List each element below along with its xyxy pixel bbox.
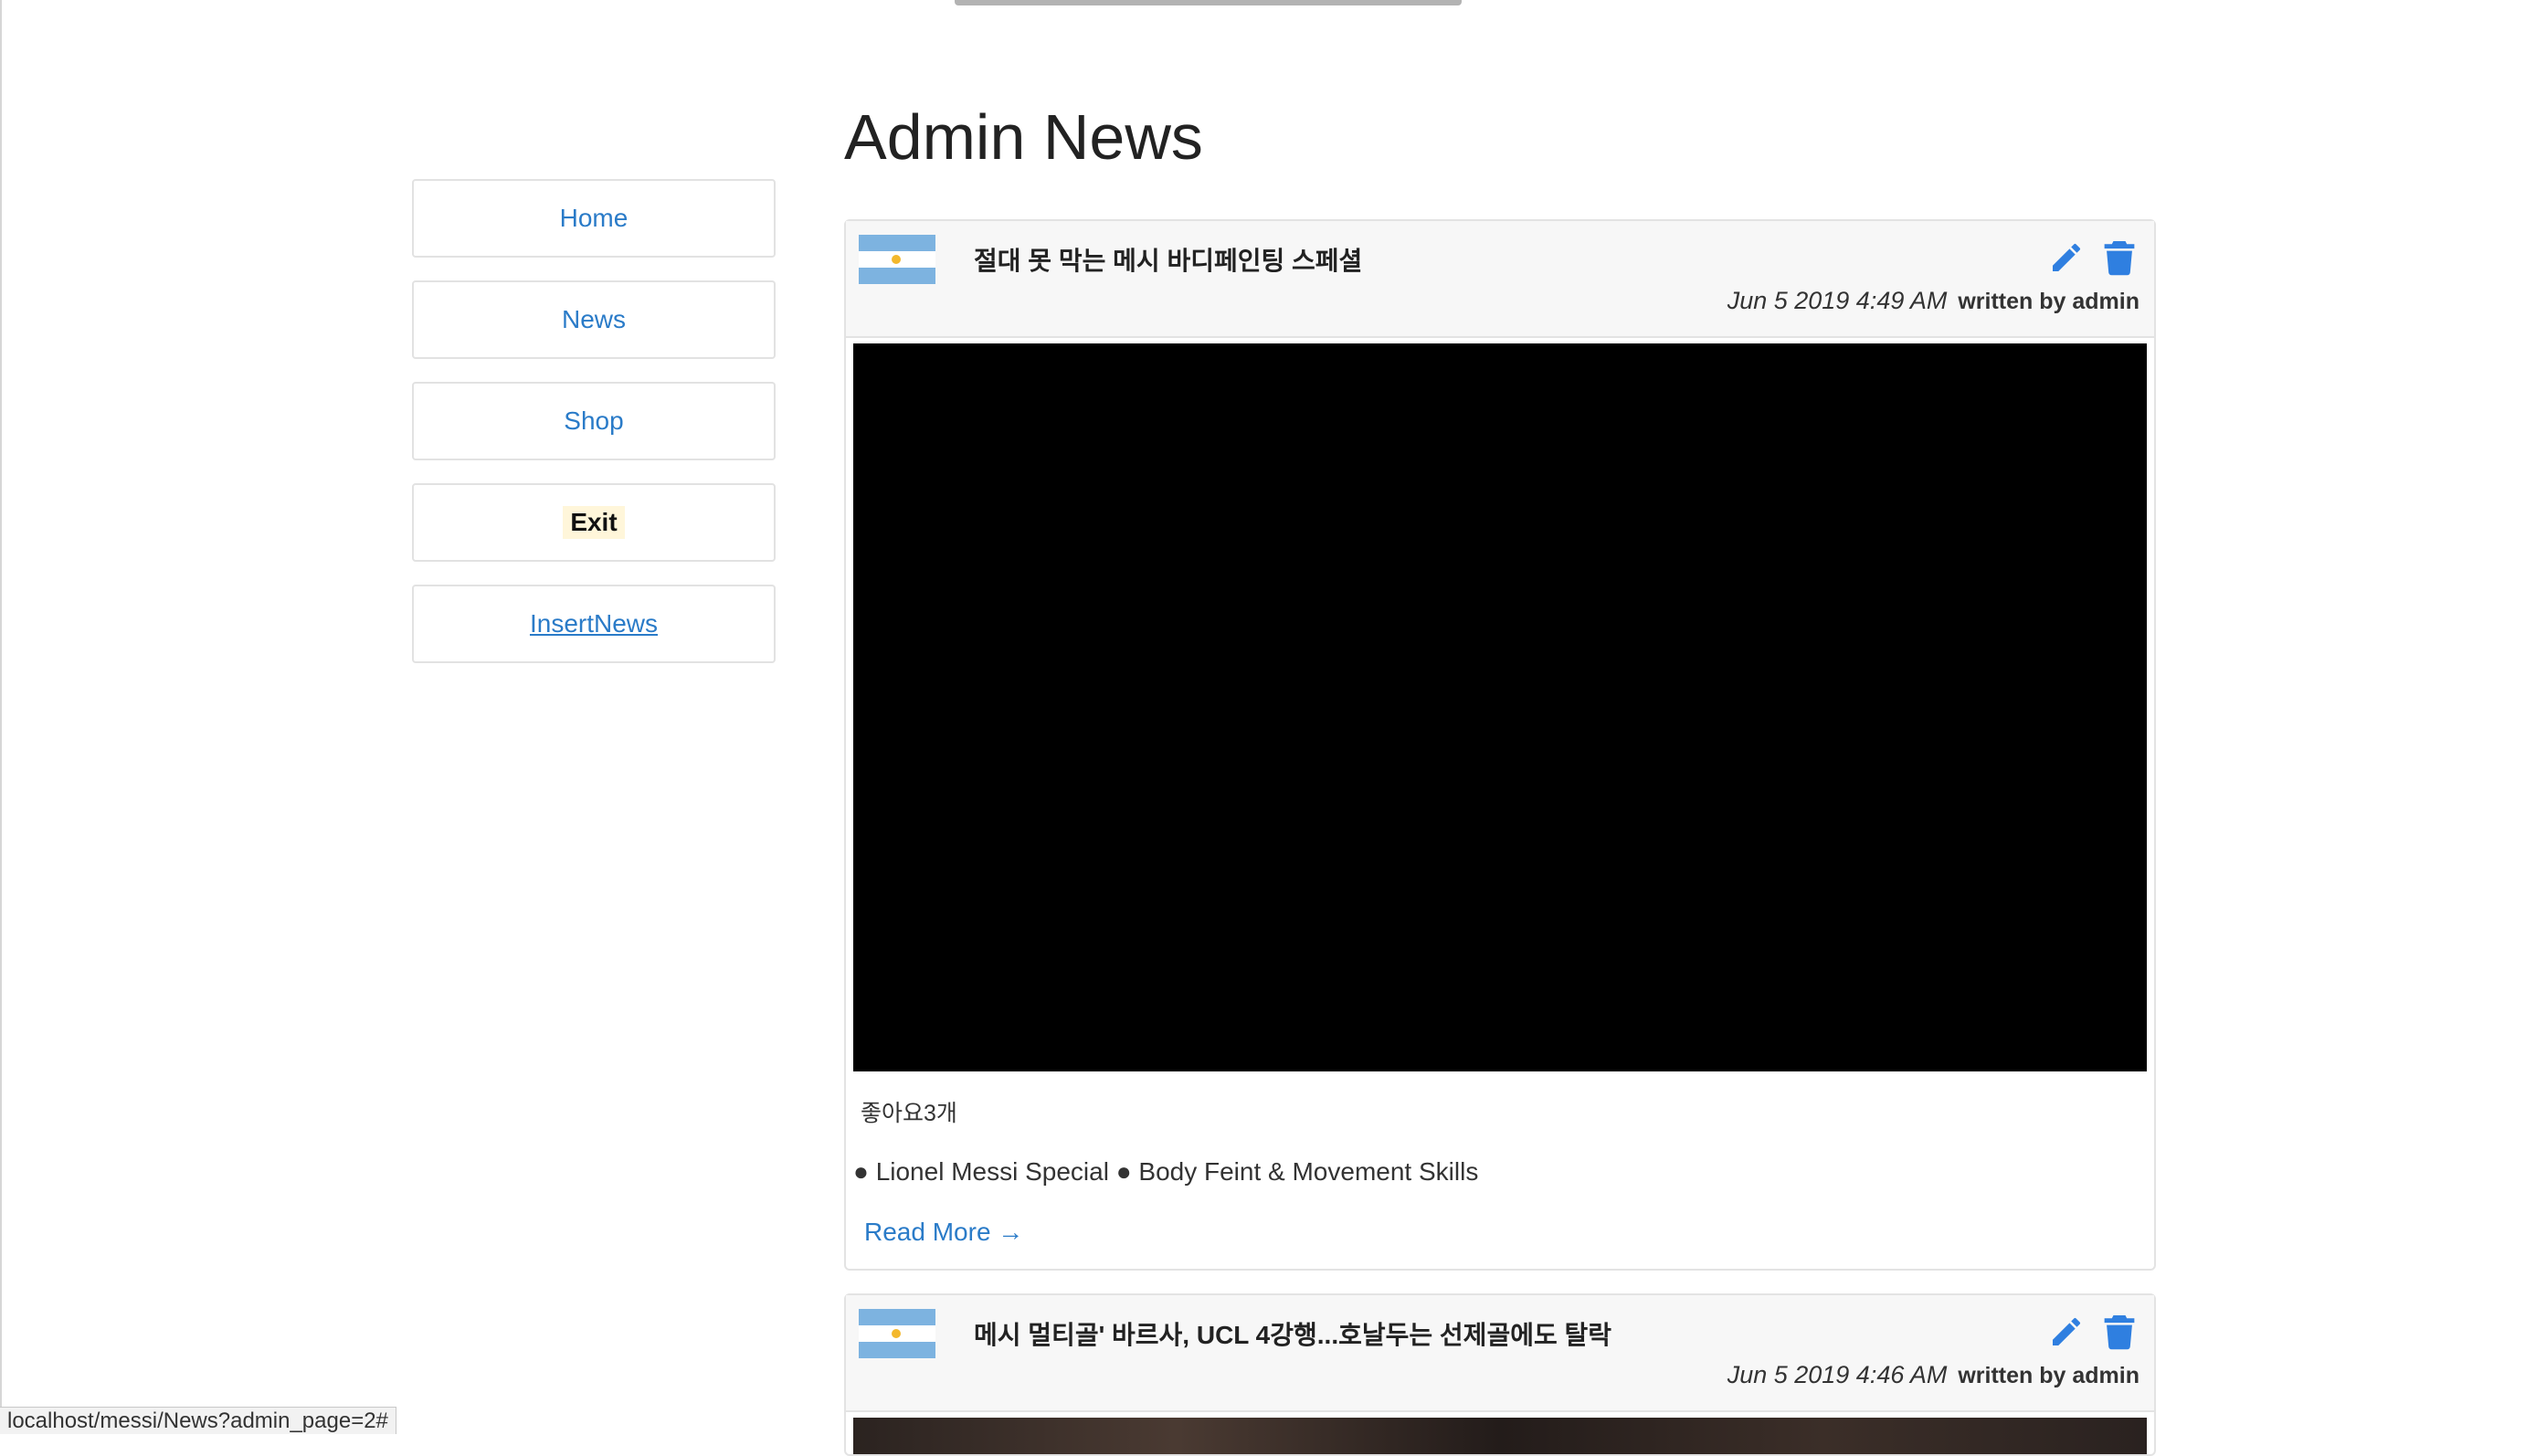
window-left-border [0, 0, 2, 1434]
pencil-icon[interactable] [2046, 237, 2087, 278]
news-meta: Jun 5 2019 4:46 AM written by admin [1727, 1361, 2139, 1389]
sidebar-item-label: Exit [563, 506, 625, 539]
header-logo-fragment [955, 0, 1462, 5]
pencil-icon[interactable] [2046, 1312, 2087, 1352]
news-actions [2046, 237, 2139, 278]
insert-news-link[interactable]: InsertNews [530, 609, 658, 638]
news-date: Jun 5 2019 4:46 AM [1727, 1361, 1948, 1388]
sidebar-item-label: Home [559, 204, 629, 232]
argentina-flag-icon [859, 1309, 935, 1358]
argentina-flag-icon [859, 235, 935, 284]
sidebar-item-news[interactable]: News [412, 280, 776, 359]
sidebar-item-exit[interactable]: Exit [412, 483, 776, 562]
sidebar-nav: Home News Shop Exit InsertNews [412, 179, 776, 686]
sidebar-item-home[interactable]: Home [412, 179, 776, 258]
read-more-link[interactable]: Read More → [864, 1218, 1023, 1247]
news-card: 메시 멀티골' 바르사, UCL 4강행...호날두는 선제골에도 탈락 Jun… [844, 1293, 2156, 1456]
page-title: Admin News [844, 101, 1203, 173]
news-card: 절대 못 막는 메시 바디페인팅 스페셜 Jun 5 2019 4:49 AM w… [844, 219, 2156, 1271]
video-embed[interactable] [853, 1418, 2147, 1454]
sidebar-item-shop[interactable]: Shop [412, 382, 776, 460]
video-embed[interactable] [853, 343, 2147, 1071]
news-card-header: 절대 못 막는 메시 바디페인팅 스페셜 Jun 5 2019 4:49 AM w… [846, 221, 2154, 338]
sidebar-item-label: News [561, 305, 626, 333]
likes-count: 좋아요3개 [861, 1101, 957, 1126]
news-actions [2046, 1312, 2139, 1352]
trash-icon[interactable] [2099, 237, 2139, 278]
news-author: written by admin [1958, 1363, 2139, 1388]
news-date: Jun 5 2019 4:49 AM [1727, 287, 1948, 314]
news-card-header: 메시 멀티골' 바르사, UCL 4강행...호날두는 선제골에도 탈락 Jun… [846, 1295, 2154, 1412]
news-meta: Jun 5 2019 4:49 AM written by admin [1727, 287, 2139, 315]
trash-icon[interactable] [2099, 1312, 2139, 1352]
status-bar-url: localhost/messi/News?admin_page=2# [0, 1407, 396, 1434]
news-title[interactable]: 메시 멀티골' 바르사, UCL 4강행...호날두는 선제골에도 탈락 [974, 1315, 1611, 1352]
news-summary: ● Lionel Messi Special ● Body Feint & Mo… [853, 1157, 1479, 1186]
sidebar-item-insert-news[interactable]: InsertNews [412, 585, 776, 663]
news-author: written by admin [1958, 289, 2139, 314]
sidebar-item-label: Shop [564, 406, 624, 435]
news-title[interactable]: 절대 못 막는 메시 바디페인팅 스페셜 [974, 241, 1362, 278]
